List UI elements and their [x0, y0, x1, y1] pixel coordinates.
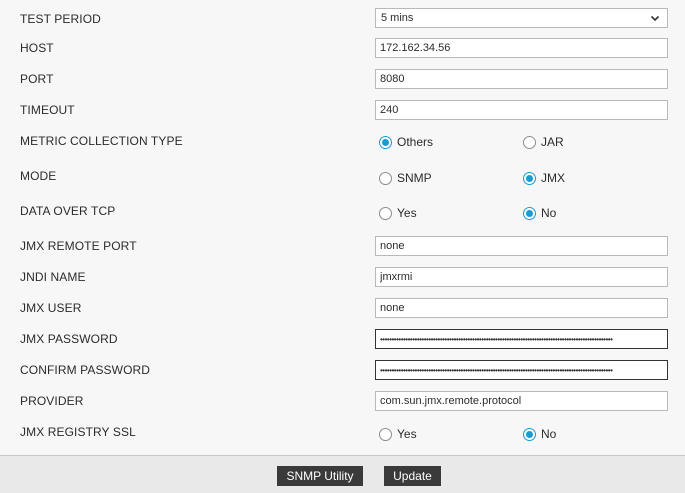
configuration-form: TEST PERIOD 5 mins HOST PORT TIMEOUT MET… [0, 0, 685, 455]
radio-circle [523, 171, 536, 185]
port-label: PORT [20, 72, 54, 86]
jmx-registry-ssl-label: JMX REGISTRY SSL [20, 425, 136, 439]
metric-collection-others-radio[interactable]: Others [379, 132, 433, 152]
radio-circle [379, 427, 392, 441]
jmx-registry-ssl-no-radio[interactable]: No [523, 424, 556, 444]
metric-collection-type-label: METRIC COLLECTION TYPE [20, 134, 183, 148]
test-period-value: 5 mins [381, 12, 414, 24]
data-over-tcp-label: DATA OVER TCP [20, 204, 116, 218]
port-input[interactable] [375, 69, 668, 89]
host-label: HOST [20, 41, 54, 55]
radio-circle [523, 206, 536, 220]
jmx-registry-ssl-no-label: No [541, 427, 557, 441]
data-over-tcp-no-label: No [541, 206, 557, 220]
jmx-registry-ssl-yes-radio[interactable]: Yes [379, 424, 417, 444]
test-period-select[interactable]: 5 mins [375, 8, 668, 28]
snmp-utility-button[interactable]: SNMP Utility [277, 466, 363, 486]
radio-circle [379, 135, 392, 149]
radio-circle [379, 171, 392, 185]
update-button[interactable]: Update [384, 466, 441, 486]
jmx-user-input[interactable] [375, 298, 668, 318]
provider-label: PROVIDER [20, 394, 84, 408]
data-over-tcp-yes-label: Yes [397, 206, 417, 220]
radio-circle [523, 427, 536, 441]
form-footer: SNMP Utility Update [0, 455, 685, 493]
test-period-label: TEST PERIOD [20, 12, 101, 26]
jmx-password-input[interactable] [375, 329, 668, 349]
chevron-down-icon [650, 15, 660, 22]
mode-jmx-radio[interactable]: JMX [523, 168, 565, 188]
jmx-remote-port-input[interactable] [375, 236, 668, 256]
radio-circle [379, 206, 392, 220]
mode-jmx-label: JMX [541, 171, 565, 185]
jmx-remote-port-label: JMX REMOTE PORT [20, 239, 137, 253]
mode-label: MODE [20, 169, 57, 183]
metric-collection-jar-label: JAR [541, 135, 564, 149]
host-input[interactable] [375, 38, 668, 58]
timeout-input[interactable] [375, 100, 668, 120]
metric-collection-others-label: Others [397, 135, 434, 149]
jmx-user-label: JMX USER [20, 301, 82, 315]
data-over-tcp-no-radio[interactable]: No [523, 203, 556, 223]
provider-input[interactable] [375, 391, 668, 411]
metric-collection-jar-radio[interactable]: JAR [523, 132, 564, 152]
radio-circle [523, 135, 536, 149]
timeout-label: TIMEOUT [20, 103, 75, 117]
confirm-password-input[interactable] [375, 360, 668, 380]
jndi-name-label: JNDI NAME [20, 270, 86, 284]
jmx-registry-ssl-yes-label: Yes [397, 427, 417, 441]
mode-snmp-label: SNMP [397, 171, 432, 185]
confirm-password-label: CONFIRM PASSWORD [20, 363, 151, 377]
jndi-name-input[interactable] [375, 267, 668, 287]
mode-snmp-radio[interactable]: SNMP [379, 168, 432, 188]
jmx-password-label: JMX PASSWORD [20, 332, 118, 346]
data-over-tcp-yes-radio[interactable]: Yes [379, 203, 417, 223]
